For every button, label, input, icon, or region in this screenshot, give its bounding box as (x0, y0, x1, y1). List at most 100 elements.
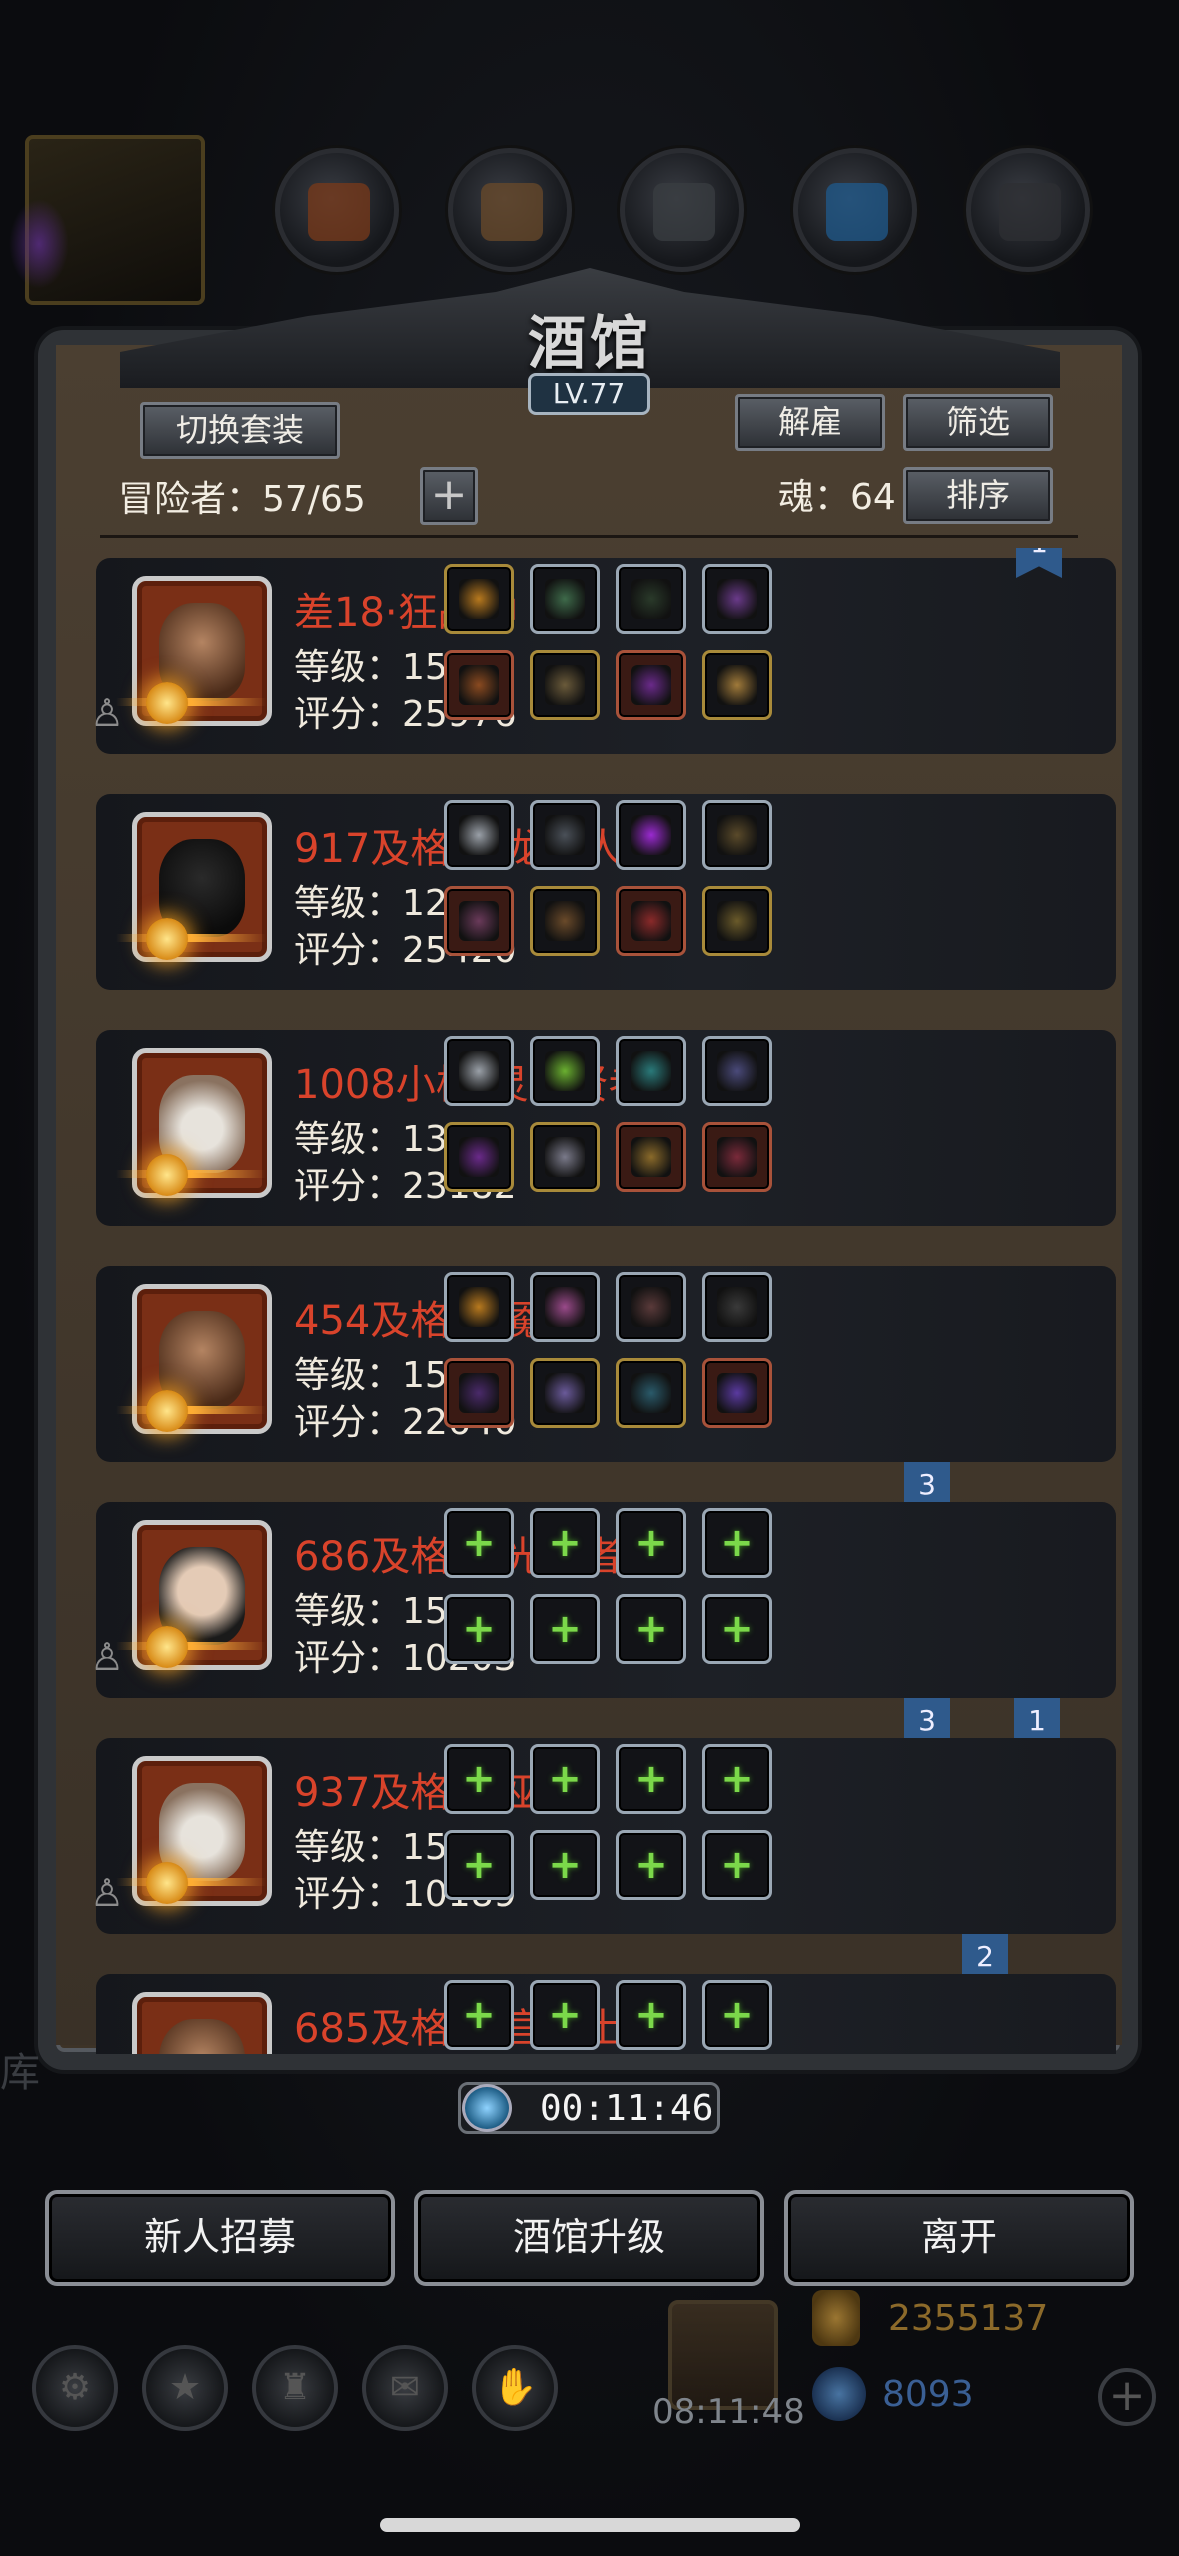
empty-equipment-slot[interactable]: + (444, 1744, 514, 1814)
equipment-slot[interactable] (530, 1122, 600, 1192)
equipment-slot[interactable] (616, 1122, 686, 1192)
equipment-slot[interactable] (702, 1272, 772, 1342)
empty-equipment-slot[interactable]: + (702, 1594, 772, 1664)
handshake-icon[interactable]: ✋ (472, 2345, 558, 2431)
empty-equipment-slot[interactable]: + (702, 1508, 772, 1578)
equipment-icon (459, 579, 499, 619)
equipment-icon (631, 1137, 671, 1177)
equipment-slot[interactable] (530, 650, 600, 720)
equipment-slot[interactable] (444, 886, 514, 956)
empty-equipment-slot[interactable]: + (616, 1508, 686, 1578)
equipment-slot[interactable] (616, 886, 686, 956)
castle-icon[interactable]: ♜ (252, 2345, 338, 2431)
empty-equipment-slot[interactable]: + (616, 1830, 686, 1900)
empty-equipment-slot[interactable]: + (530, 1980, 600, 2050)
recruit-button[interactable]: 新人招募 (45, 2190, 395, 2286)
empty-equipment-slot[interactable]: + (702, 1830, 772, 1900)
filter-button[interactable]: 筛选 (903, 394, 1053, 451)
timer-text: 00:11:46 (540, 2088, 714, 2129)
equipment-slot[interactable] (530, 1036, 600, 1106)
empty-equipment-slot[interactable]: + (444, 1830, 514, 1900)
equipment-icon (631, 901, 671, 941)
dismiss-button[interactable]: 解雇 (735, 394, 885, 451)
add-equipment-icon: + (634, 1606, 668, 1652)
hero-card[interactable]: 917及格·巨龙猎人等级：129评分：25420 (96, 794, 1116, 990)
upgrade-tavern-button[interactable]: 酒馆升级 (414, 2190, 764, 2286)
equipment-slot[interactable] (444, 1036, 514, 1106)
equipment-slot[interactable] (616, 800, 686, 870)
equipment-slot[interactable] (616, 650, 686, 720)
equipment-slot[interactable] (702, 800, 772, 870)
hero-list[interactable]: ♙差18·狂战神等级：150评分：259761 917及格·巨龙猎人等级：129评… (56, 548, 1122, 2054)
equipment-slot[interactable] (702, 1036, 772, 1106)
add-equipment-icon: + (720, 1992, 754, 2038)
stone-resource-icon[interactable] (620, 148, 744, 272)
gold-icon (812, 2290, 860, 2346)
hero-card[interactable]: 1008小极·灵魂贤者等级：137评分：23182 (96, 1030, 1116, 1226)
rank-glow (116, 934, 266, 942)
rank-star-icon (146, 1626, 188, 1668)
equipment-slot[interactable] (702, 564, 772, 634)
iron-resource-icon[interactable] (966, 148, 1090, 272)
equipment-slot[interactable] (702, 1122, 772, 1192)
empty-equipment-slot[interactable]: + (616, 1744, 686, 1814)
player-portrait[interactable] (9, 135, 205, 305)
equipment-slot[interactable] (616, 1272, 686, 1342)
equipment-icon (459, 1137, 499, 1177)
equipment-slot[interactable] (444, 1358, 514, 1428)
hero-card[interactable]: ♙ 937及格·大巫医 等级：150 评分：10189 + + + + + + + +2 (90, 1738, 1116, 1992)
equipment-slot[interactable] (444, 650, 514, 720)
equipment-slot[interactable] (702, 886, 772, 956)
equipment-icon (545, 1137, 585, 1177)
empty-equipment-slot[interactable]: + (530, 1508, 600, 1578)
leave-button[interactable]: 离开 (784, 2190, 1134, 2286)
equipment-slot[interactable] (444, 564, 514, 634)
equipment-slot[interactable] (530, 1272, 600, 1342)
hero-avatar[interactable] (132, 1992, 272, 2054)
wood-resource-icon[interactable] (448, 148, 572, 272)
equipment-slot[interactable] (530, 800, 600, 870)
empty-equipment-slot[interactable]: + (444, 1594, 514, 1664)
hero-card[interactable]: 685及格·神官骑士++++ (96, 1974, 1116, 2054)
empty-equipment-slot[interactable]: + (444, 1508, 514, 1578)
empty-equipment-slot[interactable]: + (702, 1744, 772, 1814)
equipment-slot[interactable] (702, 1358, 772, 1428)
empty-equipment-slot[interactable]: + (616, 1594, 686, 1664)
equipment-icon (717, 1137, 757, 1177)
equipment-icon (717, 665, 757, 705)
pawn-icon: ♙ (90, 1871, 125, 1915)
equipment-slot[interactable] (530, 1358, 600, 1428)
equipment-slot[interactable] (444, 800, 514, 870)
hero-card[interactable]: ♙差18·狂战神等级：150评分：259761 (90, 548, 1116, 754)
hero-card[interactable]: 454及格·夜魇 等级：150 评分：22640 3 (96, 1266, 1116, 1520)
add-equipment-icon: + (548, 1756, 582, 1802)
empty-equipment-slot[interactable]: + (444, 1980, 514, 2050)
equipment-icon (459, 665, 499, 705)
empty-equipment-slot[interactable]: + (530, 1594, 600, 1664)
equipment-slot[interactable] (530, 886, 600, 956)
equipment-slot[interactable] (444, 1272, 514, 1342)
rank-glow (116, 698, 266, 706)
equipment-slot[interactable] (702, 650, 772, 720)
settings-icon[interactable]: ⚙ (32, 2345, 118, 2431)
empty-equipment-slot[interactable]: + (530, 1744, 600, 1814)
home-indicator[interactable] (380, 2518, 800, 2532)
equipment-slot[interactable] (616, 1036, 686, 1106)
mail-icon[interactable]: ✉ (362, 2345, 448, 2431)
sort-button[interactable]: 排序 (903, 467, 1053, 524)
crystal-resource-icon[interactable] (793, 148, 917, 272)
add-slot-button[interactable]: + (420, 467, 478, 525)
achievement-icon[interactable]: ★ (142, 2345, 228, 2431)
switch-suit-button[interactable]: 切换套装 (140, 402, 340, 459)
empty-equipment-slot[interactable]: + (702, 1980, 772, 2050)
empty-equipment-slot[interactable]: + (616, 1980, 686, 2050)
empty-equipment-slot[interactable]: + (530, 1830, 600, 1900)
equipment-slot[interactable] (444, 1122, 514, 1192)
add-equipment-icon: + (634, 1842, 668, 1888)
equipment-slot[interactable] (616, 1358, 686, 1428)
equipment-slot[interactable] (616, 564, 686, 634)
hero-card[interactable]: ♙686及格·圣光贤者等级：150评分：10203++++++++31 (90, 1502, 1116, 1756)
meat-resource-icon[interactable] (275, 148, 399, 272)
equipment-slot[interactable] (530, 564, 600, 634)
buy-gems-button[interactable]: + (1098, 2368, 1156, 2426)
